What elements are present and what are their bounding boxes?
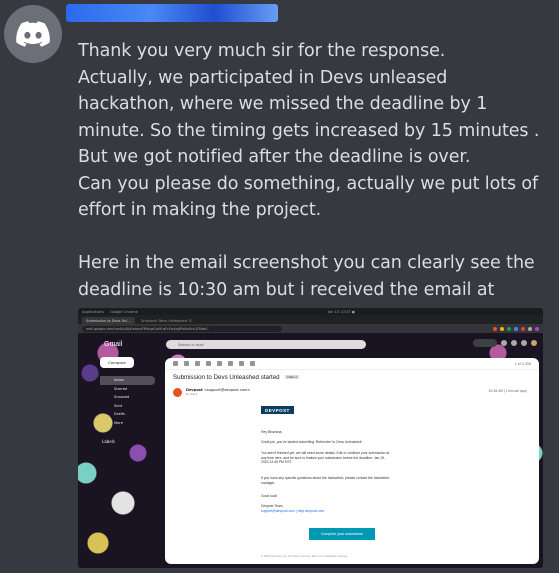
system-applications: Applications (82, 309, 104, 314)
delete-icon (206, 361, 211, 366)
body-p2: You aren't finished yet, we still need s… (261, 451, 390, 465)
apps-icon (521, 340, 527, 346)
help-icon (501, 340, 507, 346)
complete-submission-button: Complete your submission (309, 528, 375, 540)
gmail-nav: Inbox Starred Snoozed Sent Drafts More (100, 376, 155, 427)
signature-name: Devpost Team (261, 504, 283, 508)
subject-text: Submission to Devs Unleashed started (173, 374, 280, 381)
clock-icon (228, 361, 233, 366)
back-icon (173, 361, 178, 366)
message-line: Thank you very much sir for the response… (78, 41, 446, 61)
email-time: 10:36 AM (1 minute ago) (488, 389, 527, 393)
nav-item-starred: Starred (114, 386, 128, 391)
username-redacted[interactable] (66, 4, 278, 22)
nav-item-snoozed: Snoozed (114, 395, 130, 400)
sender: Devpost <support@devpost.com> to me ▾ (186, 388, 250, 396)
gear-icon (511, 340, 517, 346)
archive-icon (184, 361, 189, 366)
body-p3: If you have any specific questions about… (261, 476, 390, 485)
avatar[interactable] (4, 5, 62, 63)
nav-item-sent: Sent (114, 403, 123, 408)
email-pane: 1 of 2,456 Submission to Devs Unleashed … (165, 358, 539, 564)
account-avatar (531, 340, 537, 346)
more-icon (250, 361, 255, 366)
browser-toolbar: mail.google.com/mail/u/0/#inbox/FMfcgzGw… (78, 324, 543, 333)
system-clock: Jan 15 10:37 ● (327, 309, 355, 314)
inbox-chip: Inbox × (285, 375, 300, 380)
email-screenshot-attachment[interactable]: Applications Google Chrome Jan 15 10:37 … (78, 308, 543, 568)
active-status (473, 339, 497, 347)
body-p1: Great job, you've started submitting 'Re… (261, 440, 363, 444)
nav-item-more: More (114, 420, 123, 425)
sender-avatar (173, 388, 182, 397)
mail-icon (217, 361, 222, 366)
extension-icons (493, 326, 539, 331)
nav-item-inbox: Inbox (100, 376, 155, 385)
nav-item-drafts: Drafts (114, 412, 125, 417)
browser-tabs: Submission to Devs Unl… Unlaunch Devs Un… (78, 315, 543, 324)
gmail-search: Search in mail (166, 340, 366, 349)
email-subject: Submission to Devs Unleashed started Inb… (173, 374, 300, 381)
gmail-window: Gmail Compose Inbox Starred Snoozed Sent… (78, 333, 543, 568)
browser-tab: Unlaunch Devs Unleashed 'G… (140, 318, 192, 323)
email-footer: © 2023 Devpost, Inc. All rights reserved… (261, 554, 349, 558)
devpost-logo: DEVPOST (261, 406, 294, 414)
message-line: Actually, we participated in Devs unleas… (78, 67, 545, 168)
url-bar: mail.google.com/mail/u/0/#inbox/FMfcgzGw… (82, 325, 282, 332)
body-p4: Good luck! (261, 494, 278, 498)
system-app-name: Google Chrome (109, 309, 138, 314)
email-body: DEVPOST Hey Bhavana, Great job, you've s… (261, 406, 461, 558)
compose-button: Compose (100, 357, 134, 368)
gmail-logo: Gmail (104, 341, 123, 348)
gmail-top-controls (473, 339, 537, 347)
labels-heading: Labels (102, 439, 115, 444)
message-content: Thank you very much sir for the response… (78, 38, 548, 330)
browser-tab: Submission to Devs Unl… (82, 317, 135, 324)
recipient: to me ▾ (186, 392, 198, 396)
signature-links: support@devpost.com | help.devpost.com (261, 509, 325, 513)
gmail-sidebar: Gmail Compose Inbox Starred Snoozed Sent… (78, 333, 163, 568)
report-icon (195, 361, 200, 366)
discord-icon (16, 21, 50, 47)
greeting: Hey Bhavana, (261, 430, 283, 434)
email-toolbar: 1 of 2,456 (165, 358, 539, 370)
pagination: 1 of 2,456 (514, 361, 531, 366)
label-icon (239, 361, 244, 366)
sender-email: <support@devpost.com> (203, 388, 251, 392)
message-line: Can you please do something, actually we… (78, 173, 544, 221)
system-bar: Applications Google Chrome Jan 15 10:37 … (78, 308, 543, 315)
